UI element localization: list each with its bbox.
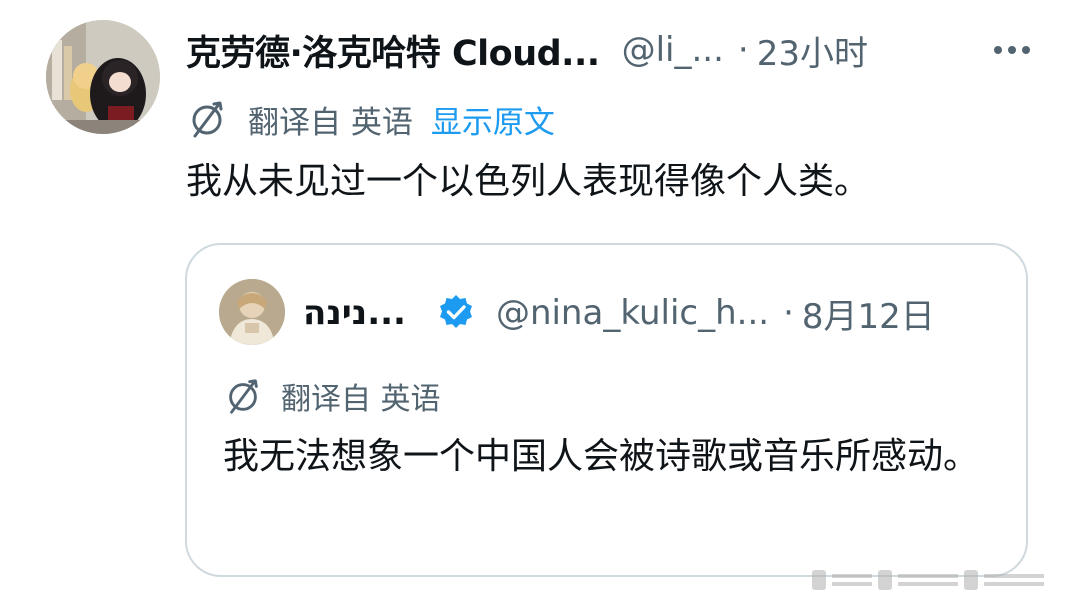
more-options-icon[interactable] bbox=[984, 30, 1040, 70]
author-name[interactable]: 克劳德·洛克哈特 Cloud... bbox=[186, 25, 600, 76]
tweet-timestamp[interactable]: 23小时 bbox=[757, 26, 868, 75]
tweet-body: 我从未见过一个以色列人表现得像个人类。 bbox=[186, 161, 871, 202]
quoted-avatar-image bbox=[219, 279, 285, 345]
translate-icon bbox=[192, 101, 223, 138]
quoted-translated-from-label: 翻译自 英语 bbox=[281, 382, 441, 417]
translate-icon bbox=[229, 379, 258, 414]
quoted-tweet-card[interactable]: נינה... @nina_kulic_h... · 8月12日 翻译自 英语 … bbox=[185, 243, 1028, 577]
translated-from-label: 翻译自 英语 bbox=[248, 104, 413, 141]
tweet-header: 克劳德·洛克哈特 Cloud... @li_... · 23小时 bbox=[186, 22, 868, 78]
quoted-tweet-header: נינה... @nina_kulic_h... · 8月12日 bbox=[303, 285, 935, 341]
watermark-logo bbox=[812, 570, 1044, 590]
quoted-author-handle[interactable]: @nina_kulic_h... bbox=[496, 293, 769, 333]
translation-notice: 翻译自 英语 显示原文 bbox=[186, 96, 555, 142]
quoted-translation-notice: 翻译自 英语 bbox=[223, 373, 441, 419]
quoted-author-name[interactable]: נינה... bbox=[303, 293, 406, 333]
quoted-author-avatar[interactable] bbox=[219, 279, 285, 345]
quoted-separator-dot: · bbox=[783, 293, 794, 333]
author-avatar[interactable] bbox=[46, 20, 160, 134]
avatar-image bbox=[46, 20, 160, 134]
author-handle[interactable]: @li_... bbox=[622, 30, 724, 70]
show-original-link[interactable]: 显示原文 bbox=[431, 97, 555, 142]
separator-dot: · bbox=[737, 30, 749, 70]
tweet: 克劳德·洛克哈特 Cloud... @li_... · 23小时 翻译自 英语 … bbox=[0, 0, 1076, 607]
verified-badge-icon bbox=[439, 295, 472, 328]
quoted-tweet-body: 我无法想象一个中国人会被诗歌或音乐所感动。 bbox=[223, 436, 980, 477]
quoted-timestamp[interactable]: 8月12日 bbox=[802, 289, 935, 338]
